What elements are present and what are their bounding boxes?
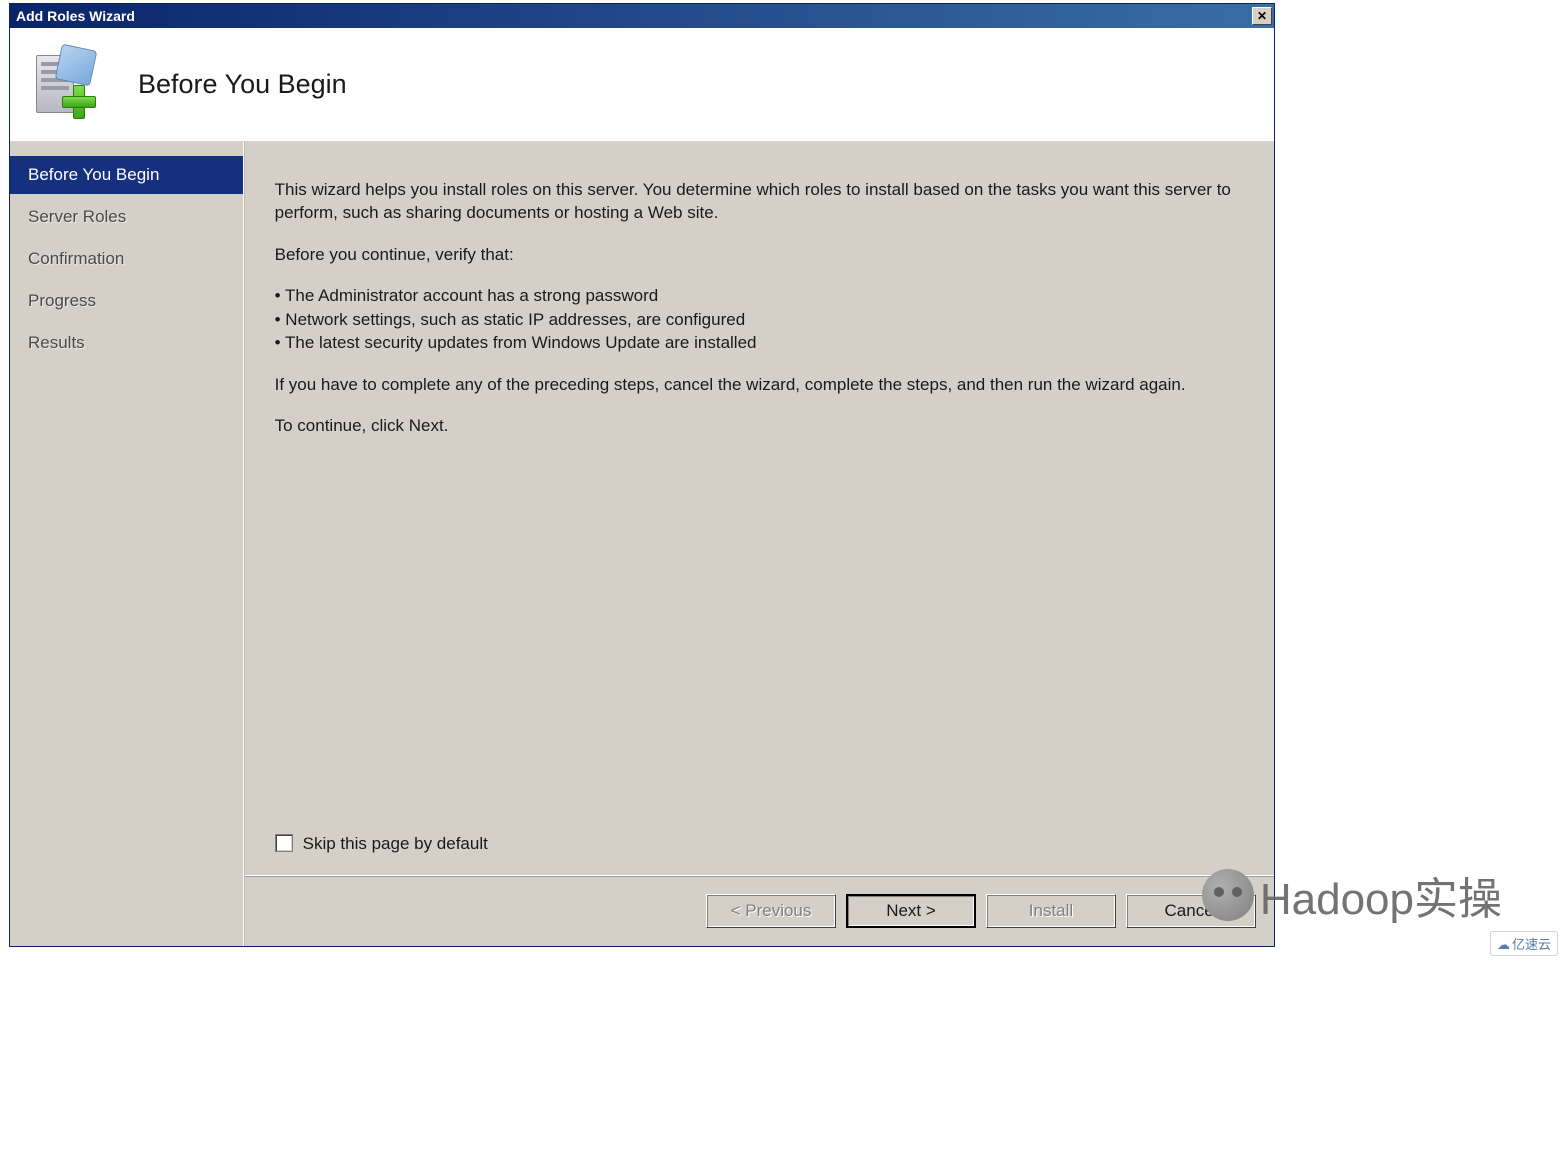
bullet-item: The Administrator account has a strong p…	[275, 284, 1244, 307]
post-bullets-text: If you have to complete any of the prece…	[275, 373, 1244, 396]
watermark-text: Hadoop实操	[1260, 863, 1502, 927]
next-button[interactable]: Next >	[846, 894, 976, 928]
sidebar-item-progress[interactable]: Progress	[10, 282, 243, 320]
previous-button[interactable]: < Previous	[706, 894, 836, 928]
sidebar-item-confirmation[interactable]: Confirmation	[10, 240, 243, 278]
sidebar-item-before-you-begin[interactable]: Before You Begin	[10, 156, 243, 194]
content-inner: This wizard helps you install roles on t…	[245, 142, 1274, 875]
intro-text: This wizard helps you install roles on t…	[275, 178, 1244, 225]
plus-icon	[60, 83, 96, 119]
corner-badge: ☁亿速云	[1490, 931, 1558, 956]
close-icon: ✕	[1257, 10, 1267, 22]
page-title: Before You Begin	[138, 69, 347, 100]
tag-icon	[55, 43, 98, 86]
wizard-icon	[28, 49, 100, 121]
install-button[interactable]: Install	[986, 894, 1116, 928]
skip-label: Skip this page by default	[303, 832, 488, 855]
skip-checkbox[interactable]	[275, 834, 293, 852]
sidebar-item-results[interactable]: Results	[10, 324, 243, 362]
cloud-icon: ☁	[1497, 937, 1510, 952]
sidebar-item-server-roles[interactable]: Server Roles	[10, 198, 243, 236]
window-title: Add Roles Wizard	[16, 8, 135, 24]
verify-bullets: The Administrator account has a strong p…	[275, 284, 1244, 354]
cancel-button[interactable]: Cancel	[1126, 894, 1256, 928]
titlebar[interactable]: Add Roles Wizard ✕	[10, 4, 1274, 28]
skip-row: Skip this page by default	[275, 832, 1244, 865]
close-button[interactable]: ✕	[1252, 7, 1272, 25]
corner-badge-text: 亿速云	[1512, 937, 1551, 952]
wizard-sidebar: Before You Begin Server Roles Confirmati…	[10, 142, 244, 946]
wizard-body: Before You Begin Server Roles Confirmati…	[10, 142, 1274, 946]
wizard-window: Add Roles Wizard ✕ Before You Begin Befo…	[9, 3, 1275, 947]
wizard-header: Before You Begin	[10, 28, 1274, 142]
content-panel: This wizard helps you install roles on t…	[244, 142, 1274, 946]
bullet-item: The latest security updates from Windows…	[275, 331, 1244, 354]
button-bar: < Previous Next > Install Cancel	[245, 875, 1274, 946]
verify-lead: Before you continue, verify that:	[275, 243, 1244, 266]
continue-hint: To continue, click Next.	[275, 414, 1244, 437]
bullet-item: Network settings, such as static IP addr…	[275, 308, 1244, 331]
